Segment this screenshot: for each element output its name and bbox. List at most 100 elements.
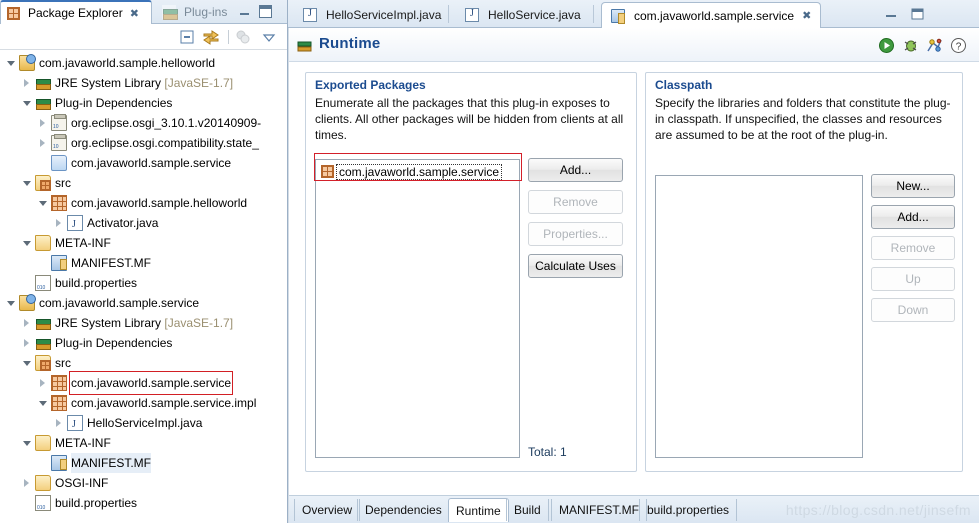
- chevron-right-icon[interactable]: [22, 478, 33, 489]
- tree-row-label: JRE System Library [JavaSE-1.7]: [55, 76, 234, 90]
- exported-packages-section: Exported Packages Enumerate all the pack…: [305, 72, 637, 472]
- tree-row[interactable]: META-INF: [0, 233, 287, 253]
- tab-build[interactable]: Build: [506, 499, 549, 521]
- runtime-icon: [297, 38, 313, 54]
- help-icon[interactable]: ?: [950, 37, 967, 54]
- tree-row[interactable]: HelloServiceImpl.java: [0, 413, 287, 435]
- chevron-right-icon[interactable]: [38, 138, 49, 149]
- editor-tab-helloservice[interactable]: HelloService.java: [456, 2, 590, 28]
- tab-manifest-mf[interactable]: MANIFEST.MF: [551, 499, 647, 521]
- minimize-icon[interactable]: [238, 5, 251, 18]
- classpath-list[interactable]: [655, 175, 863, 458]
- project-tree[interactable]: com.javaworld.sample.helloworld JRE Syste…: [0, 51, 287, 523]
- plugins-icon: [162, 5, 178, 20]
- chevron-right-icon[interactable]: [22, 318, 33, 329]
- section-title: Classpath: [655, 78, 713, 92]
- plugin-project-icon: [19, 294, 36, 311]
- chevron-down-icon[interactable]: [22, 98, 33, 109]
- tree-row[interactable]: JRE System Library [JavaSE-1.7]: [0, 313, 287, 333]
- run-icon[interactable]: [878, 37, 895, 54]
- jar-icon: [51, 134, 67, 151]
- chevron-right-icon[interactable]: [22, 78, 33, 89]
- tree-row[interactable]: com.javaworld.sample.service: [0, 371, 287, 395]
- chevron-right-icon[interactable]: [38, 118, 49, 129]
- chevron-right-icon[interactable]: [22, 338, 33, 349]
- chevron-down-icon[interactable]: [6, 58, 17, 69]
- tab-separator: [593, 5, 594, 23]
- chevron-down-icon[interactable]: [6, 298, 17, 309]
- tree-row[interactable]: MANIFEST.MF: [0, 453, 287, 473]
- maximize-icon[interactable]: [259, 5, 272, 18]
- new-classpath-entry-button[interactable]: New...: [871, 174, 955, 198]
- tree-row[interactable]: com.javaworld.sample.service: [0, 153, 287, 173]
- tab-separator: [448, 5, 449, 23]
- tree-row[interactable]: com.javaworld.sample.helloworld: [0, 53, 287, 73]
- tab-runtime[interactable]: Runtime: [448, 498, 509, 522]
- chevron-down-icon[interactable]: [22, 178, 33, 189]
- tree-row-label: build.properties: [55, 276, 138, 290]
- collapse-all-icon[interactable]: [178, 28, 196, 46]
- tree-row[interactable]: Plug-in Dependencies: [0, 93, 287, 113]
- calculate-uses-button[interactable]: Calculate Uses: [528, 254, 623, 278]
- close-icon[interactable]: ✖: [130, 7, 139, 20]
- link-with-editor-icon[interactable]: [202, 28, 220, 46]
- tree-row[interactable]: JRE System Library [JavaSE-1.7]: [0, 73, 287, 93]
- tree-row-label: Activator.java: [87, 216, 159, 230]
- tree-row[interactable]: build.properties: [0, 273, 287, 293]
- launch-validate-icon[interactable]: [926, 37, 943, 54]
- tree-row-label: HelloServiceImpl.java: [87, 416, 203, 430]
- add-exported-package-button[interactable]: Add...: [528, 158, 623, 182]
- view-menu-icon[interactable]: [260, 28, 278, 46]
- tree-row[interactable]: com.javaworld.sample.helloworld: [0, 193, 287, 213]
- debug-icon[interactable]: [902, 37, 919, 54]
- tree-row-label: OSGI-INF: [55, 476, 109, 490]
- tab-build-properties[interactable]: build.properties: [639, 499, 738, 521]
- view-tab-plugins[interactable]: Plug-ins: [156, 0, 234, 24]
- focus-on-active-task-icon[interactable]: [234, 28, 252, 46]
- tree-row[interactable]: build.properties: [0, 493, 287, 513]
- tree-row[interactable]: org.eclipse.osgi_3.10.1.v20140909-: [0, 113, 287, 133]
- view-tab-label: Plug-ins: [184, 5, 228, 19]
- chevron-down-icon[interactable]: [22, 238, 33, 249]
- tree-row[interactable]: src: [0, 173, 287, 193]
- tree-row-label: META-INF: [55, 436, 111, 450]
- exported-packages-list[interactable]: com.javaworld.sample.service: [315, 159, 520, 458]
- jar-icon: [51, 114, 67, 131]
- tree-row[interactable]: OSGI-INF: [0, 473, 287, 493]
- tree-row[interactable]: org.eclipse.osgi.compatibility.state_: [0, 133, 287, 153]
- chevron-down-icon[interactable]: [22, 358, 33, 369]
- view-tab-package-explorer[interactable]: Package Explorer ✖: [0, 0, 152, 24]
- tree-row[interactable]: Plug-in Dependencies: [0, 333, 287, 353]
- tree-row-label: MANIFEST.MF: [71, 453, 151, 473]
- chevron-down-icon[interactable]: [38, 398, 49, 409]
- minimize-icon[interactable]: [885, 8, 898, 20]
- tab-dependencies[interactable]: Dependencies: [357, 499, 450, 521]
- chevron-right-icon[interactable]: [38, 378, 49, 389]
- chevron-down-icon[interactable]: [38, 198, 49, 209]
- add-classpath-entry-button[interactable]: Add...: [871, 205, 955, 229]
- editor-tab-helloserviceimpl[interactable]: HelloServiceImpl.java: [294, 2, 450, 28]
- chevron-right-icon[interactable]: [54, 418, 65, 429]
- maximize-icon[interactable]: [911, 8, 924, 20]
- exported-package-properties-button: Properties...: [528, 222, 623, 246]
- tree-row[interactable]: Activator.java: [0, 213, 287, 235]
- form-page-tabs: Overview Dependencies Runtime Build MANI…: [289, 495, 979, 523]
- source-folder-icon: [35, 355, 51, 371]
- tree-row[interactable]: com.javaworld.sample.service: [0, 293, 287, 313]
- tab-overview[interactable]: Overview: [294, 499, 361, 521]
- tree-row[interactable]: src: [0, 353, 287, 373]
- tree-row[interactable]: META-INF: [0, 433, 287, 453]
- package-explorer-view: Package Explorer ✖ Plug-ins com.javaworl…: [0, 0, 288, 523]
- tree-row[interactable]: com.javaworld.sample.service.impl: [0, 393, 287, 413]
- plugin-project-icon: [19, 54, 36, 71]
- tree-row-label: Plug-in Dependencies: [55, 96, 173, 110]
- page-title: Runtime: [319, 35, 381, 52]
- close-icon[interactable]: ✖: [802, 9, 811, 22]
- chevron-right-icon[interactable]: [54, 218, 65, 229]
- java-file-icon: [67, 415, 83, 435]
- tree-row[interactable]: MANIFEST.MF: [0, 253, 287, 273]
- editor-tab-manifest-service[interactable]: com.javaworld.sample.service ✖: [601, 2, 822, 28]
- chevron-down-icon[interactable]: [22, 438, 33, 449]
